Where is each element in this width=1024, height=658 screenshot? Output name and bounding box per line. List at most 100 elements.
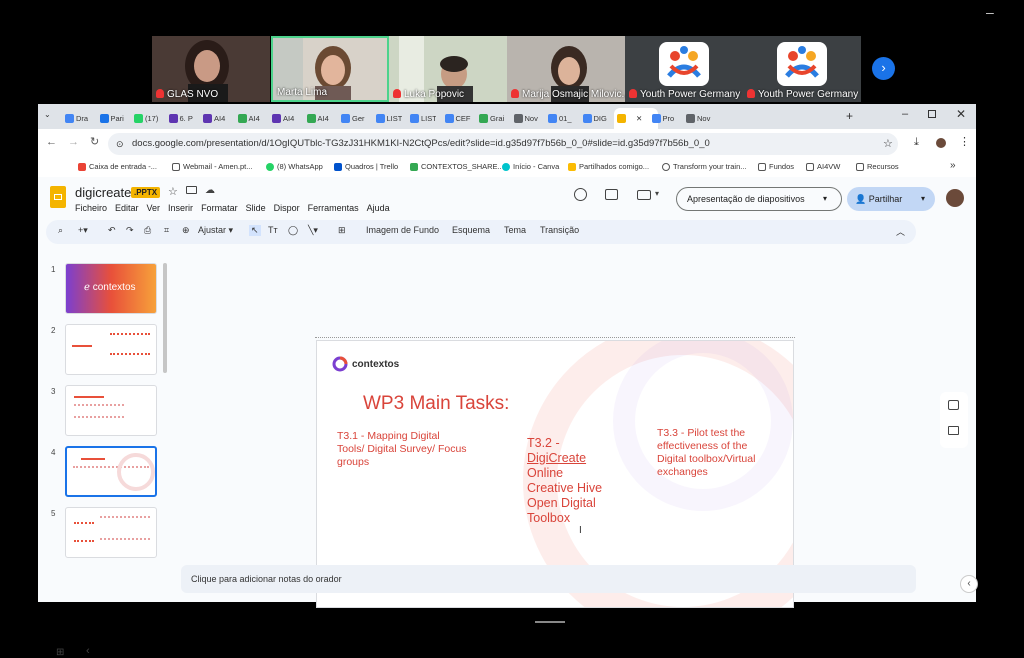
browser-tab[interactable]: 6. P — [166, 108, 195, 129]
browser-tab[interactable]: DIG — [580, 108, 609, 129]
slides-logo-icon[interactable] — [50, 186, 66, 208]
participant-tile[interactable]: Youth Power Germany — [743, 36, 861, 102]
reload-icon[interactable]: ↻ — [90, 135, 99, 148]
slide-thumbnail-selected[interactable] — [65, 446, 157, 497]
next-participants-button[interactable]: › — [872, 57, 895, 80]
bookmark-item[interactable]: CONTEXTOS_SHARE... — [410, 162, 504, 171]
keep-icon[interactable] — [948, 400, 959, 410]
bookmark-item[interactable]: Início - Canva — [502, 162, 559, 171]
window-minimize-button[interactable]: – — [986, 4, 994, 20]
maximize-icon[interactable] — [928, 110, 936, 118]
bookmark-item[interactable]: Webmail - Amen.pt... — [172, 162, 252, 171]
profile-icon[interactable] — [936, 138, 946, 148]
more-menu-icon[interactable]: ⋮ — [959, 135, 970, 148]
zoom-select[interactable]: Ajustar ▾ — [198, 225, 233, 236]
minimize-icon[interactable]: – — [902, 108, 908, 120]
grid-view-icon[interactable]: ⊞ — [56, 647, 64, 658]
camera-icon[interactable] — [637, 190, 651, 200]
forward-icon[interactable]: → — [68, 136, 79, 148]
comments-icon[interactable] — [605, 189, 618, 200]
layout-button[interactable]: Esquema — [452, 225, 490, 235]
slide-thumbnail[interactable] — [65, 324, 157, 375]
browser-tab[interactable]: AI4 — [304, 108, 333, 129]
menu-item[interactable]: Ficheiro — [75, 203, 107, 213]
slide-thumbnail[interactable] — [65, 385, 157, 436]
select-tool-icon[interactable]: ↖ — [249, 225, 261, 236]
browser-tab[interactable]: Ger — [338, 108, 367, 129]
new-slide-icon[interactable]: +▾ — [78, 225, 88, 236]
bookmarks-more-button[interactable]: » — [950, 160, 956, 171]
menu-item[interactable]: Ver — [147, 203, 161, 213]
speaker-notes[interactable]: Clique para adicionar notas do orador — [181, 565, 916, 593]
present-options-chevron-icon[interactable]: ▾ — [823, 188, 827, 210]
comment-add-icon[interactable]: ⊞ — [338, 225, 346, 236]
bookmark-item[interactable]: Quadros | Trello — [334, 162, 398, 171]
menu-item[interactable]: Dispor — [274, 203, 300, 213]
close-window-icon[interactable]: ✕ — [956, 107, 966, 121]
print-icon[interactable]: ⎙ — [144, 225, 151, 236]
browser-tab[interactable]: AI4 — [235, 108, 264, 129]
tab-search-button[interactable]: ⌄ — [44, 110, 56, 122]
download-icon[interactable]: ⤓ — [914, 136, 919, 149]
menu-item[interactable]: Editar — [115, 203, 139, 213]
browser-tab[interactable]: Dra — [62, 108, 91, 129]
chevron-down-icon[interactable]: ▾ — [655, 189, 659, 198]
paint-format-icon[interactable]: ⌗ — [164, 225, 169, 236]
notes-resize-handle[interactable] — [535, 621, 565, 623]
address-bar[interactable]: ⊙ docs.google.com/presentation/d/1OgIQUT… — [108, 133, 898, 155]
history-icon[interactable] — [574, 188, 587, 201]
folder-icon[interactable] — [948, 426, 959, 435]
zoom-icon[interactable]: ⊕ — [182, 225, 190, 236]
avatar[interactable] — [946, 189, 964, 207]
bookmark-folder[interactable]: Recursos — [856, 162, 899, 171]
text-box-icon[interactable]: Tт — [268, 225, 278, 235]
share-button[interactable]: 👤 Partilhar ▾ — [847, 187, 935, 211]
browser-tab[interactable]: 01_ — [545, 108, 574, 129]
back-icon[interactable]: ← — [46, 136, 57, 148]
new-tab-button[interactable]: + — [846, 109, 853, 123]
participant-tile[interactable]: Youth Power Germany — [625, 36, 743, 102]
theme-button[interactable]: Tema — [504, 225, 526, 235]
expand-panel-icon[interactable]: ‹ — [960, 575, 978, 593]
menu-item[interactable]: Formatar — [201, 203, 238, 213]
bookmark-folder[interactable]: AI4VW — [806, 162, 840, 171]
participant-tile[interactable]: GLAS NVO — [152, 36, 270, 102]
search-icon[interactable]: ⌕ — [58, 225, 63, 236]
participant-tile[interactable]: Marta Lima — [271, 36, 389, 102]
bookmark-folder[interactable]: Fundos — [758, 162, 794, 171]
browser-tab[interactable]: LIST — [373, 108, 402, 129]
site-info-icon[interactable]: ⊙ — [116, 133, 124, 155]
line-icon[interactable]: ╲▾ — [308, 225, 318, 236]
menu-item[interactable]: Inserir — [168, 203, 193, 213]
undo-icon[interactable]: ↶ — [108, 225, 116, 236]
bookmark-item[interactable]: Caixa de entrada -... — [78, 162, 157, 171]
browser-tab[interactable]: Nov — [683, 108, 712, 129]
close-tab-icon[interactable]: ✕ — [636, 114, 642, 123]
share-options-chevron-icon[interactable]: ▾ — [921, 187, 925, 211]
browser-tab[interactable]: (17) — [131, 108, 160, 129]
bookmark-star-icon[interactable]: ☆ — [883, 137, 893, 150]
browser-tab[interactable]: LIST — [407, 108, 436, 129]
collapse-filmstrip-icon[interactable]: ‹ — [86, 645, 90, 657]
transition-button[interactable]: Transição — [540, 225, 579, 235]
browser-tab[interactable]: Grai — [476, 108, 505, 129]
move-folder-icon[interactable] — [186, 186, 197, 194]
browser-tab[interactable]: AI4 — [269, 108, 298, 129]
menu-item[interactable]: Ferramentas — [308, 203, 359, 213]
filmstrip-scrollbar[interactable] — [163, 263, 167, 373]
browser-tab[interactable]: Nov — [511, 108, 540, 129]
slide-thumbnail[interactable] — [65, 507, 157, 558]
star-icon[interactable]: ☆ — [168, 185, 178, 198]
browser-tab[interactable]: AI4 — [200, 108, 229, 129]
slide-thumbnail[interactable]: ℯ contextos — [65, 263, 157, 314]
background-button[interactable]: Imagem de Fundo — [366, 225, 439, 235]
document-title[interactable]: digicreate — [75, 185, 131, 200]
collapse-toolbar-icon[interactable]: ︿ — [896, 225, 905, 238]
present-button[interactable]: Apresentação de diapositivos ▾ — [676, 187, 842, 211]
bookmark-item[interactable]: Partilhados comigo... — [568, 162, 649, 171]
menu-item[interactable]: Ajuda — [367, 203, 390, 213]
shape-icon[interactable]: ◯ — [288, 225, 298, 236]
browser-tab[interactable]: CEF — [442, 108, 471, 129]
redo-icon[interactable]: ↷ — [126, 225, 134, 236]
bookmark-item[interactable]: Transform your train... — [662, 162, 747, 171]
